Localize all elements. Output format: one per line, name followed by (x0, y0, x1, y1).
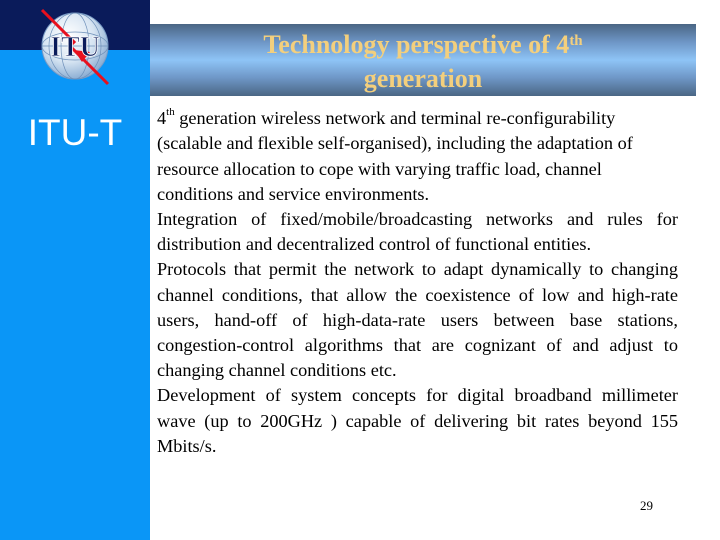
itu-globe-logo-icon: ITU (40, 8, 110, 86)
paragraph-development: Development of system concepts for digit… (157, 385, 678, 456)
itu-t-label: ITU-T (27, 112, 123, 153)
title-line2: generation (363, 64, 483, 93)
slide-body: 4th generation wireless network and term… (157, 102, 678, 459)
page-number: 29 (640, 498, 653, 513)
left-panel: ITU ITU-T (0, 0, 150, 540)
title-main: Technology perspective of 4 (263, 30, 570, 59)
paragraph-integration: Integration of fixed/mobile/broadcasting… (157, 208, 678, 255)
paragraph-text: generation wireless network and terminal… (157, 108, 633, 204)
paragraph-prefix: 4 (157, 108, 167, 129)
title-superscript: th (569, 33, 583, 49)
svg-text:ITU: ITU (50, 32, 100, 63)
paragraph-protocols: Protocols that permit the network to ada… (157, 259, 678, 381)
slide-title: Technology perspective of 4th generation (150, 28, 696, 96)
paragraph-prefix-sup: th (166, 106, 175, 118)
paragraph-4g-reconfigurability: 4th generation wireless network and term… (157, 102, 678, 207)
